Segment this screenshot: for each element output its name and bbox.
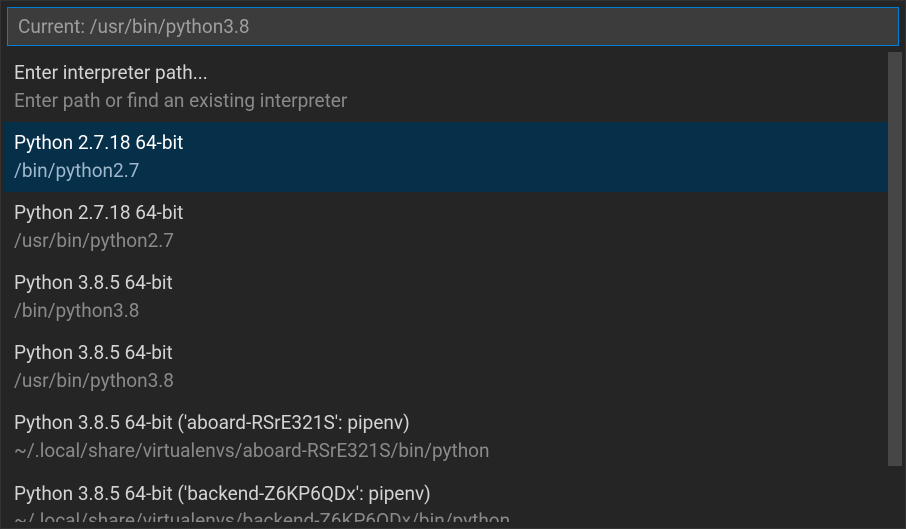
quick-pick-panel: Enter interpreter path...Enter path or f… (1, 1, 905, 528)
interpreter-option-title: Python 3.8.5 64-bit ('aboard-RSrE321S': … (14, 409, 878, 437)
interpreter-option[interactable]: Python 3.8.5 64-bit/bin/python3.8 (4, 262, 888, 332)
interpreter-option-title: Python 3.8.5 64-bit (14, 269, 878, 297)
interpreter-option-subtitle: /bin/python3.8 (14, 297, 878, 325)
interpreter-option-subtitle: ~/.local/share/virtualenvs/aboard-RSrE32… (14, 437, 878, 465)
interpreter-option[interactable]: Enter interpreter path...Enter path or f… (4, 52, 888, 122)
interpreter-option-title: Python 2.7.18 64-bit (14, 129, 878, 157)
scrollbar-track (888, 52, 902, 522)
interpreter-list: Enter interpreter path...Enter path or f… (4, 52, 902, 522)
interpreter-option-title: Enter interpreter path... (14, 59, 878, 87)
interpreter-option-subtitle: /usr/bin/python3.8 (14, 367, 878, 395)
interpreter-list-content: Enter interpreter path...Enter path or f… (4, 52, 902, 522)
interpreter-option-title: Python 3.8.5 64-bit ('backend-Z6KP6QDx':… (14, 480, 878, 508)
interpreter-option-subtitle: ~/.local/share/virtualenvs/backend-Z6KP6… (14, 507, 878, 522)
interpreter-option[interactable]: Python 3.8.5 64-bit/usr/bin/python3.8 (4, 332, 888, 402)
interpreter-option[interactable]: Python 2.7.18 64-bit/bin/python2.7 (4, 122, 888, 192)
interpreter-path-input[interactable] (7, 7, 899, 46)
interpreter-option-title: Python 2.7.18 64-bit (14, 199, 878, 227)
interpreter-option[interactable]: Python 2.7.18 64-bit/usr/bin/python2.7 (4, 192, 888, 262)
scrollbar-thumb[interactable] (888, 52, 902, 466)
interpreter-option[interactable]: Python 3.8.5 64-bit ('aboard-RSrE321S': … (4, 402, 888, 472)
interpreter-option-subtitle: /usr/bin/python2.7 (14, 227, 878, 255)
interpreter-option-subtitle: Enter path or find an existing interpret… (14, 87, 878, 115)
interpreter-option-subtitle: /bin/python2.7 (14, 157, 878, 185)
interpreter-option-title: Python 3.8.5 64-bit (14, 339, 878, 367)
interpreter-option[interactable]: Python 3.8.5 64-bit ('backend-Z6KP6QDx':… (4, 473, 888, 522)
